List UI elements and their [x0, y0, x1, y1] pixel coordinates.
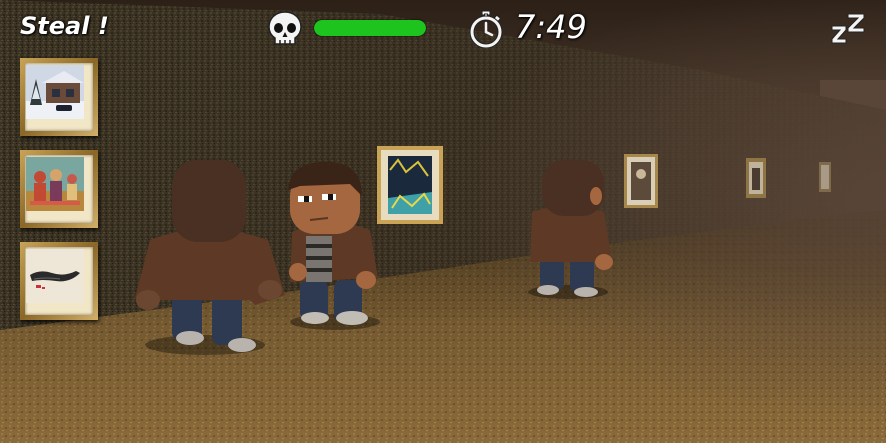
health-bar: [314, 20, 426, 36]
gallery-scene: [0, 0, 886, 443]
stopwatch-icon: [469, 10, 503, 48]
steal-label: Steal !: [20, 12, 109, 40]
wall-painting-far-2: [819, 162, 831, 192]
wall-painting-portrait: [624, 154, 658, 208]
inventory-slot-3[interactable]: [20, 242, 98, 320]
game-viewport: Steal ! 7:49: [0, 0, 886, 443]
sketch-painting-icon: [26, 249, 84, 303]
wall-painting-checkerboard: [377, 146, 443, 224]
inventory-slot-1[interactable]: [20, 58, 98, 136]
wall-painting-far-1: [746, 158, 766, 198]
sleep-zz-icon[interactable]: [828, 12, 868, 46]
health-bar-fill: [314, 20, 426, 36]
snowy-house-painting-icon: [26, 65, 84, 119]
skull-icon: [268, 11, 302, 45]
inventory-slot-2[interactable]: [20, 150, 98, 228]
timer-text: 7:49: [515, 8, 587, 46]
figures-painting-icon: [26, 157, 84, 211]
